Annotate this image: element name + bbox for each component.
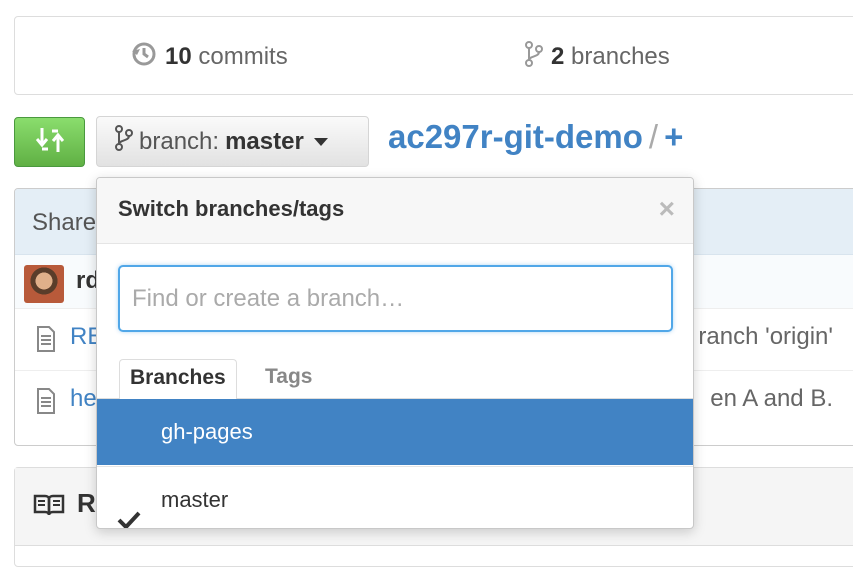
- branch-item-label: gh-pages: [161, 419, 253, 444]
- branches-label: branches: [571, 43, 670, 70]
- close-icon[interactable]: ×: [659, 194, 675, 224]
- branch-icon: [525, 41, 543, 74]
- file-commit-message[interactable]: en A and B.: [710, 385, 833, 413]
- compare-icon: [35, 125, 64, 160]
- compare-button[interactable]: [14, 117, 85, 167]
- dropdown-title: Switch branches/tags: [118, 196, 345, 221]
- repo-name-link[interactable]: ac297r-git-demo: [388, 118, 643, 155]
- header-text: Share: [32, 209, 97, 236]
- dropdown-header: Switch branches/tags ×: [97, 178, 693, 244]
- branch-item-gh-pages[interactable]: gh-pages: [97, 399, 693, 465]
- avatar[interactable]: [24, 265, 64, 303]
- file-icon: [36, 388, 56, 419]
- branch-item-label: master: [161, 487, 229, 512]
- branch-selector-button[interactable]: branch: master: [96, 116, 369, 167]
- dropdown-tabs: Branches Tags: [97, 344, 693, 400]
- history-icon: [131, 41, 157, 74]
- file-icon: [36, 326, 56, 357]
- tab-branches[interactable]: Branches: [119, 359, 237, 400]
- add-file-link[interactable]: +: [664, 118, 683, 155]
- branch-item-master[interactable]: master: [97, 466, 693, 528]
- check-icon: [117, 490, 141, 528]
- branch-search-input[interactable]: [118, 265, 673, 332]
- branches-stat[interactable]: 2 branches: [525, 41, 670, 74]
- file-name-link[interactable]: he: [70, 385, 97, 413]
- tab-tags[interactable]: Tags: [255, 359, 322, 400]
- branch-switch-dropdown: Switch branches/tags × Branches Tags gh-…: [96, 177, 694, 529]
- commits-label: commits: [198, 43, 288, 70]
- chevron-down-icon: [313, 137, 328, 146]
- commits-count: 10: [165, 43, 192, 70]
- current-branch-name: master: [225, 127, 304, 155]
- commits-stat[interactable]: 10 commits: [131, 41, 288, 74]
- branch-icon: [115, 125, 133, 158]
- book-icon: [33, 493, 65, 522]
- branches-count: 2: [551, 43, 565, 70]
- file-commit-message[interactable]: ranch 'origin': [698, 323, 833, 351]
- path-separator: /: [648, 118, 659, 155]
- repo-stats-bar: 10 commits 2 branches: [14, 16, 853, 95]
- repo-breadcrumb: ac297r-git-demo / +: [388, 118, 683, 156]
- branch-selector-prefix: branch:: [139, 127, 220, 155]
- readme-title: R: [77, 488, 96, 518]
